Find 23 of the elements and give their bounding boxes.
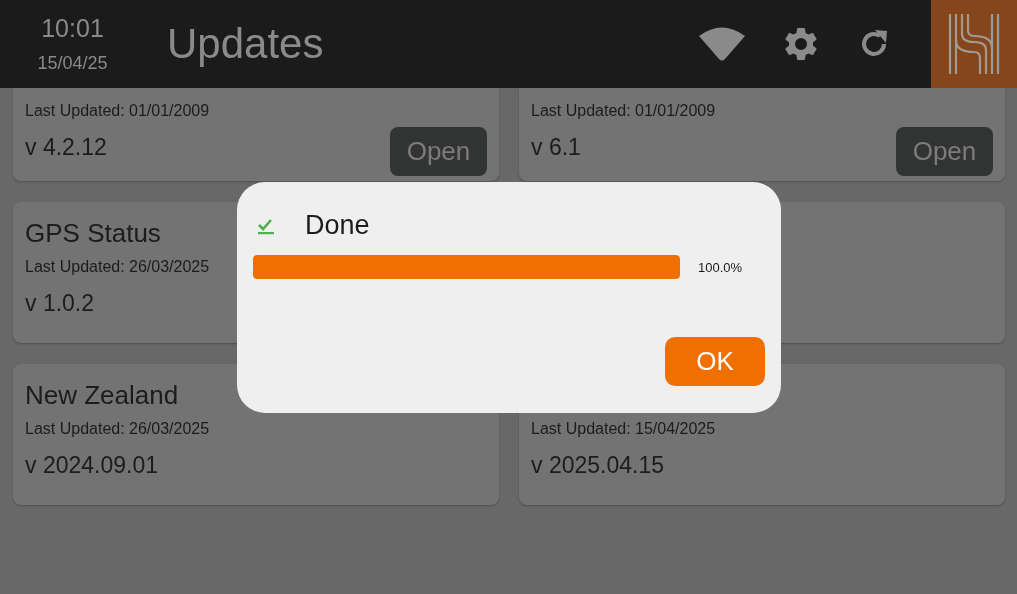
logo-tile[interactable] (931, 0, 1017, 88)
card-title: GPS Status (25, 218, 161, 250)
open-button[interactable]: Open (896, 127, 993, 176)
logo-icon (947, 14, 1001, 74)
last-updated-text: Last Updated: 01/01/2009 (531, 102, 716, 120)
dialog-title: Done (305, 210, 370, 241)
last-updated-text: Last Updated: 01/01/2009 (25, 102, 210, 120)
last-updated-text: Last Updated: 15/04/2025 (531, 420, 716, 438)
clock-date: 15/04/25 (37, 53, 108, 74)
ok-button[interactable]: OK (665, 337, 765, 386)
open-button[interactable]: Open (390, 127, 487, 176)
clock-time: 10:01 (41, 14, 104, 43)
page-title: Updates (167, 20, 325, 68)
version-text: v 6.1 (531, 134, 581, 161)
progress-reading: 100.0% (698, 259, 743, 275)
last-updated-text: Last Updated: 26/03/2025 (25, 420, 210, 438)
version-text: v 1.0.2 (25, 290, 95, 317)
version-text: v 2024.09.01 (25, 452, 158, 479)
version-text: v 2025.04.15 (531, 452, 664, 479)
version-text: v 4.2.12 (25, 134, 107, 161)
wifi-icon[interactable] (699, 27, 745, 61)
last-updated-text: Last Updated: 26/03/2025 (25, 258, 210, 276)
card-title: New Zealand (25, 380, 179, 412)
